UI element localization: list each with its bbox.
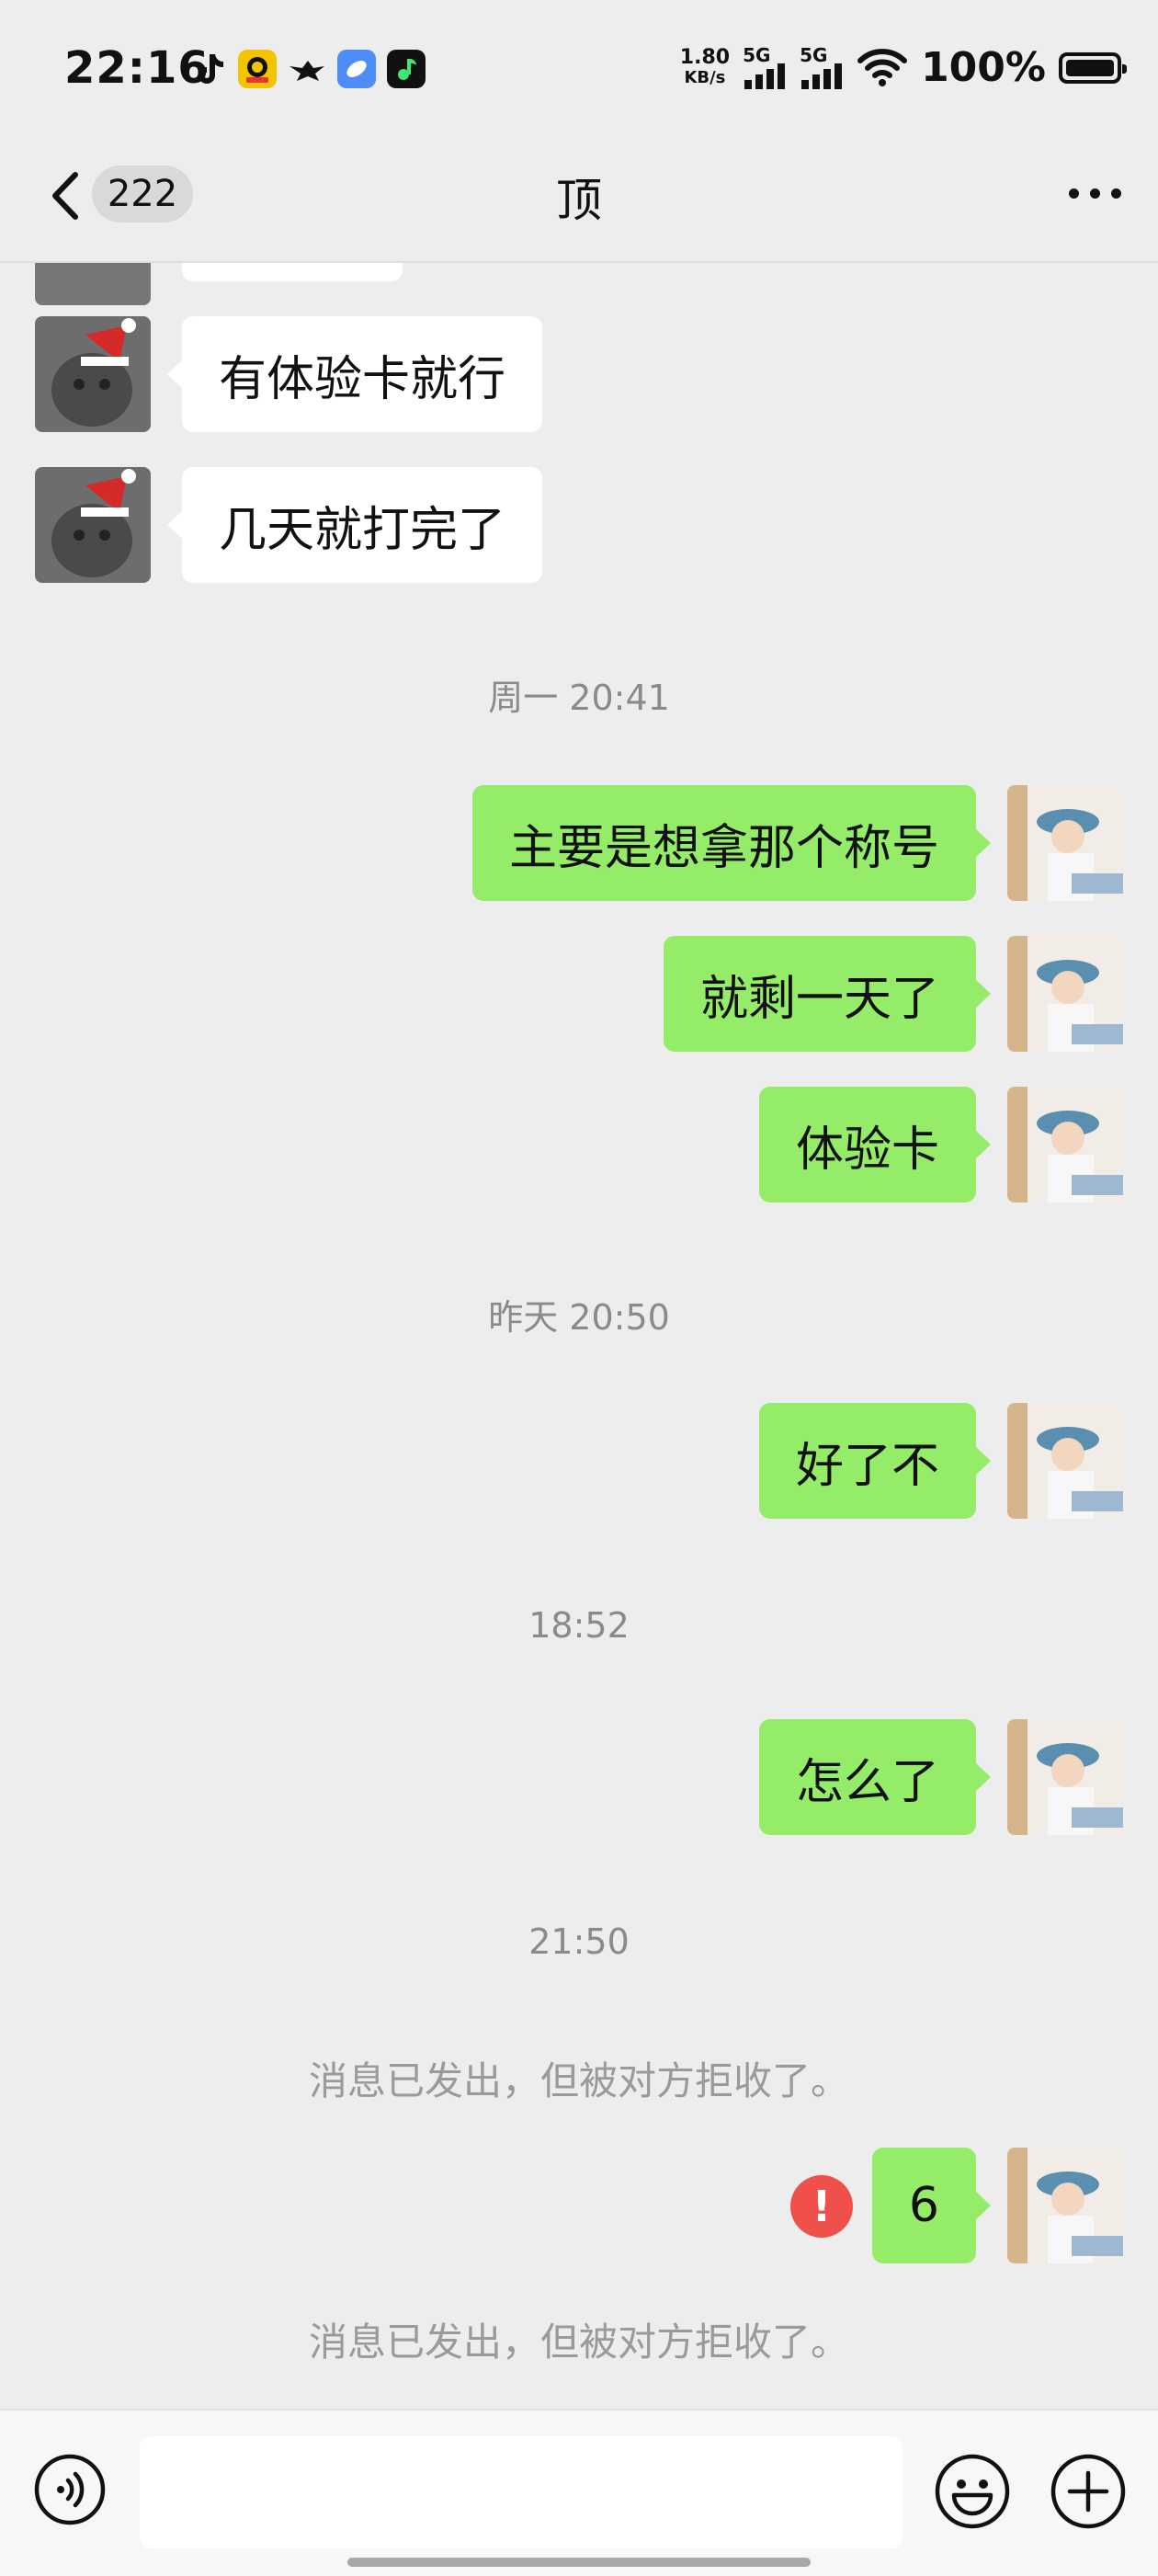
timestamp: 周一 20:41	[488, 678, 670, 718]
contact-avatar[interactable]	[35, 263, 151, 305]
system-notice-rejected: 消息已发出，但被对方拒收了。	[308, 2058, 849, 2103]
more-options-button[interactable]	[1069, 188, 1121, 199]
my-avatar[interactable]	[1007, 936, 1123, 1052]
timestamp: 21:50	[528, 1921, 630, 1962]
emoji-button[interactable]	[934, 2453, 1011, 2530]
ydi-app-icon	[238, 50, 277, 88]
outgoing-message[interactable]: 体验卡	[758, 1087, 992, 1203]
notification-icons	[188, 50, 426, 88]
voice-input-button[interactable]	[33, 2453, 107, 2526]
my-avatar[interactable]	[1007, 785, 1123, 901]
signal-5g-2: 5G	[800, 43, 844, 89]
my-avatar[interactable]	[1007, 1719, 1123, 1835]
signal-bars-icon	[744, 63, 786, 89]
chat-title: 顶	[556, 174, 602, 227]
tiktok-icon	[188, 50, 227, 88]
my-avatar[interactable]	[1007, 1403, 1123, 1519]
signal-label: 5G	[743, 43, 771, 66]
my-avatar[interactable]	[1007, 1087, 1123, 1203]
more-functions-button[interactable]	[1050, 2453, 1127, 2530]
status-indicators: 1.80 KB/s 5G 5G 100%	[679, 43, 1127, 91]
bird-app-icon	[288, 50, 326, 88]
more-dot	[1090, 188, 1100, 199]
signal-5g-1: 5G	[743, 43, 787, 89]
outgoing-message[interactable]: 怎么了	[758, 1719, 992, 1835]
wifi-icon	[857, 48, 908, 86]
music-app-icon	[387, 50, 426, 88]
blue-app-icon	[337, 50, 376, 88]
network-speed-unit: KB/s	[684, 67, 726, 87]
message-list[interactable]: 有体验卡就行 几天就打完了 周一 20:41 主要是想拿那个称号 就剩一天了 体…	[0, 263, 1158, 2409]
more-dot	[1111, 188, 1121, 199]
incoming-message[interactable]: 有体验卡就行	[166, 316, 543, 432]
timestamp: 昨天 20:50	[488, 1297, 670, 1338]
home-indicator[interactable]	[347, 2558, 811, 2567]
contact-avatar[interactable]	[35, 316, 151, 432]
timestamp: 18:52	[528, 1605, 630, 1646]
more-dot	[1069, 188, 1079, 199]
status-bar: 22:16 1.80 KB/s 5G 5G 100%	[0, 0, 1158, 138]
outgoing-message[interactable]: 6	[871, 2148, 992, 2263]
battery-percent: 100%	[921, 44, 1046, 91]
network-speed-value: 1.80	[679, 45, 731, 69]
incoming-message[interactable]: 几天就打完了	[166, 467, 543, 583]
send-failed-icon[interactable]: !	[790, 2175, 853, 2238]
network-speed: 1.80 KB/s	[679, 45, 731, 88]
battery-icon	[1059, 51, 1127, 84]
outgoing-message[interactable]: 主要是想拿那个称号	[471, 785, 992, 901]
my-avatar[interactable]	[1007, 2148, 1123, 2263]
input-bar	[0, 2409, 1158, 2576]
signal-label: 5G	[800, 43, 828, 66]
outgoing-message[interactable]: 好了不	[758, 1403, 992, 1519]
message-input[interactable]	[140, 2436, 903, 2548]
system-notice-rejected: 消息已发出，但被对方拒收了。	[308, 2320, 849, 2365]
signal-bars-icon	[801, 63, 843, 89]
chat-header: 222 顶	[0, 138, 1158, 263]
message-bubble-partial[interactable]	[182, 263, 403, 281]
contact-avatar[interactable]	[35, 467, 151, 583]
outgoing-message[interactable]: 就剩一天了	[663, 936, 992, 1052]
